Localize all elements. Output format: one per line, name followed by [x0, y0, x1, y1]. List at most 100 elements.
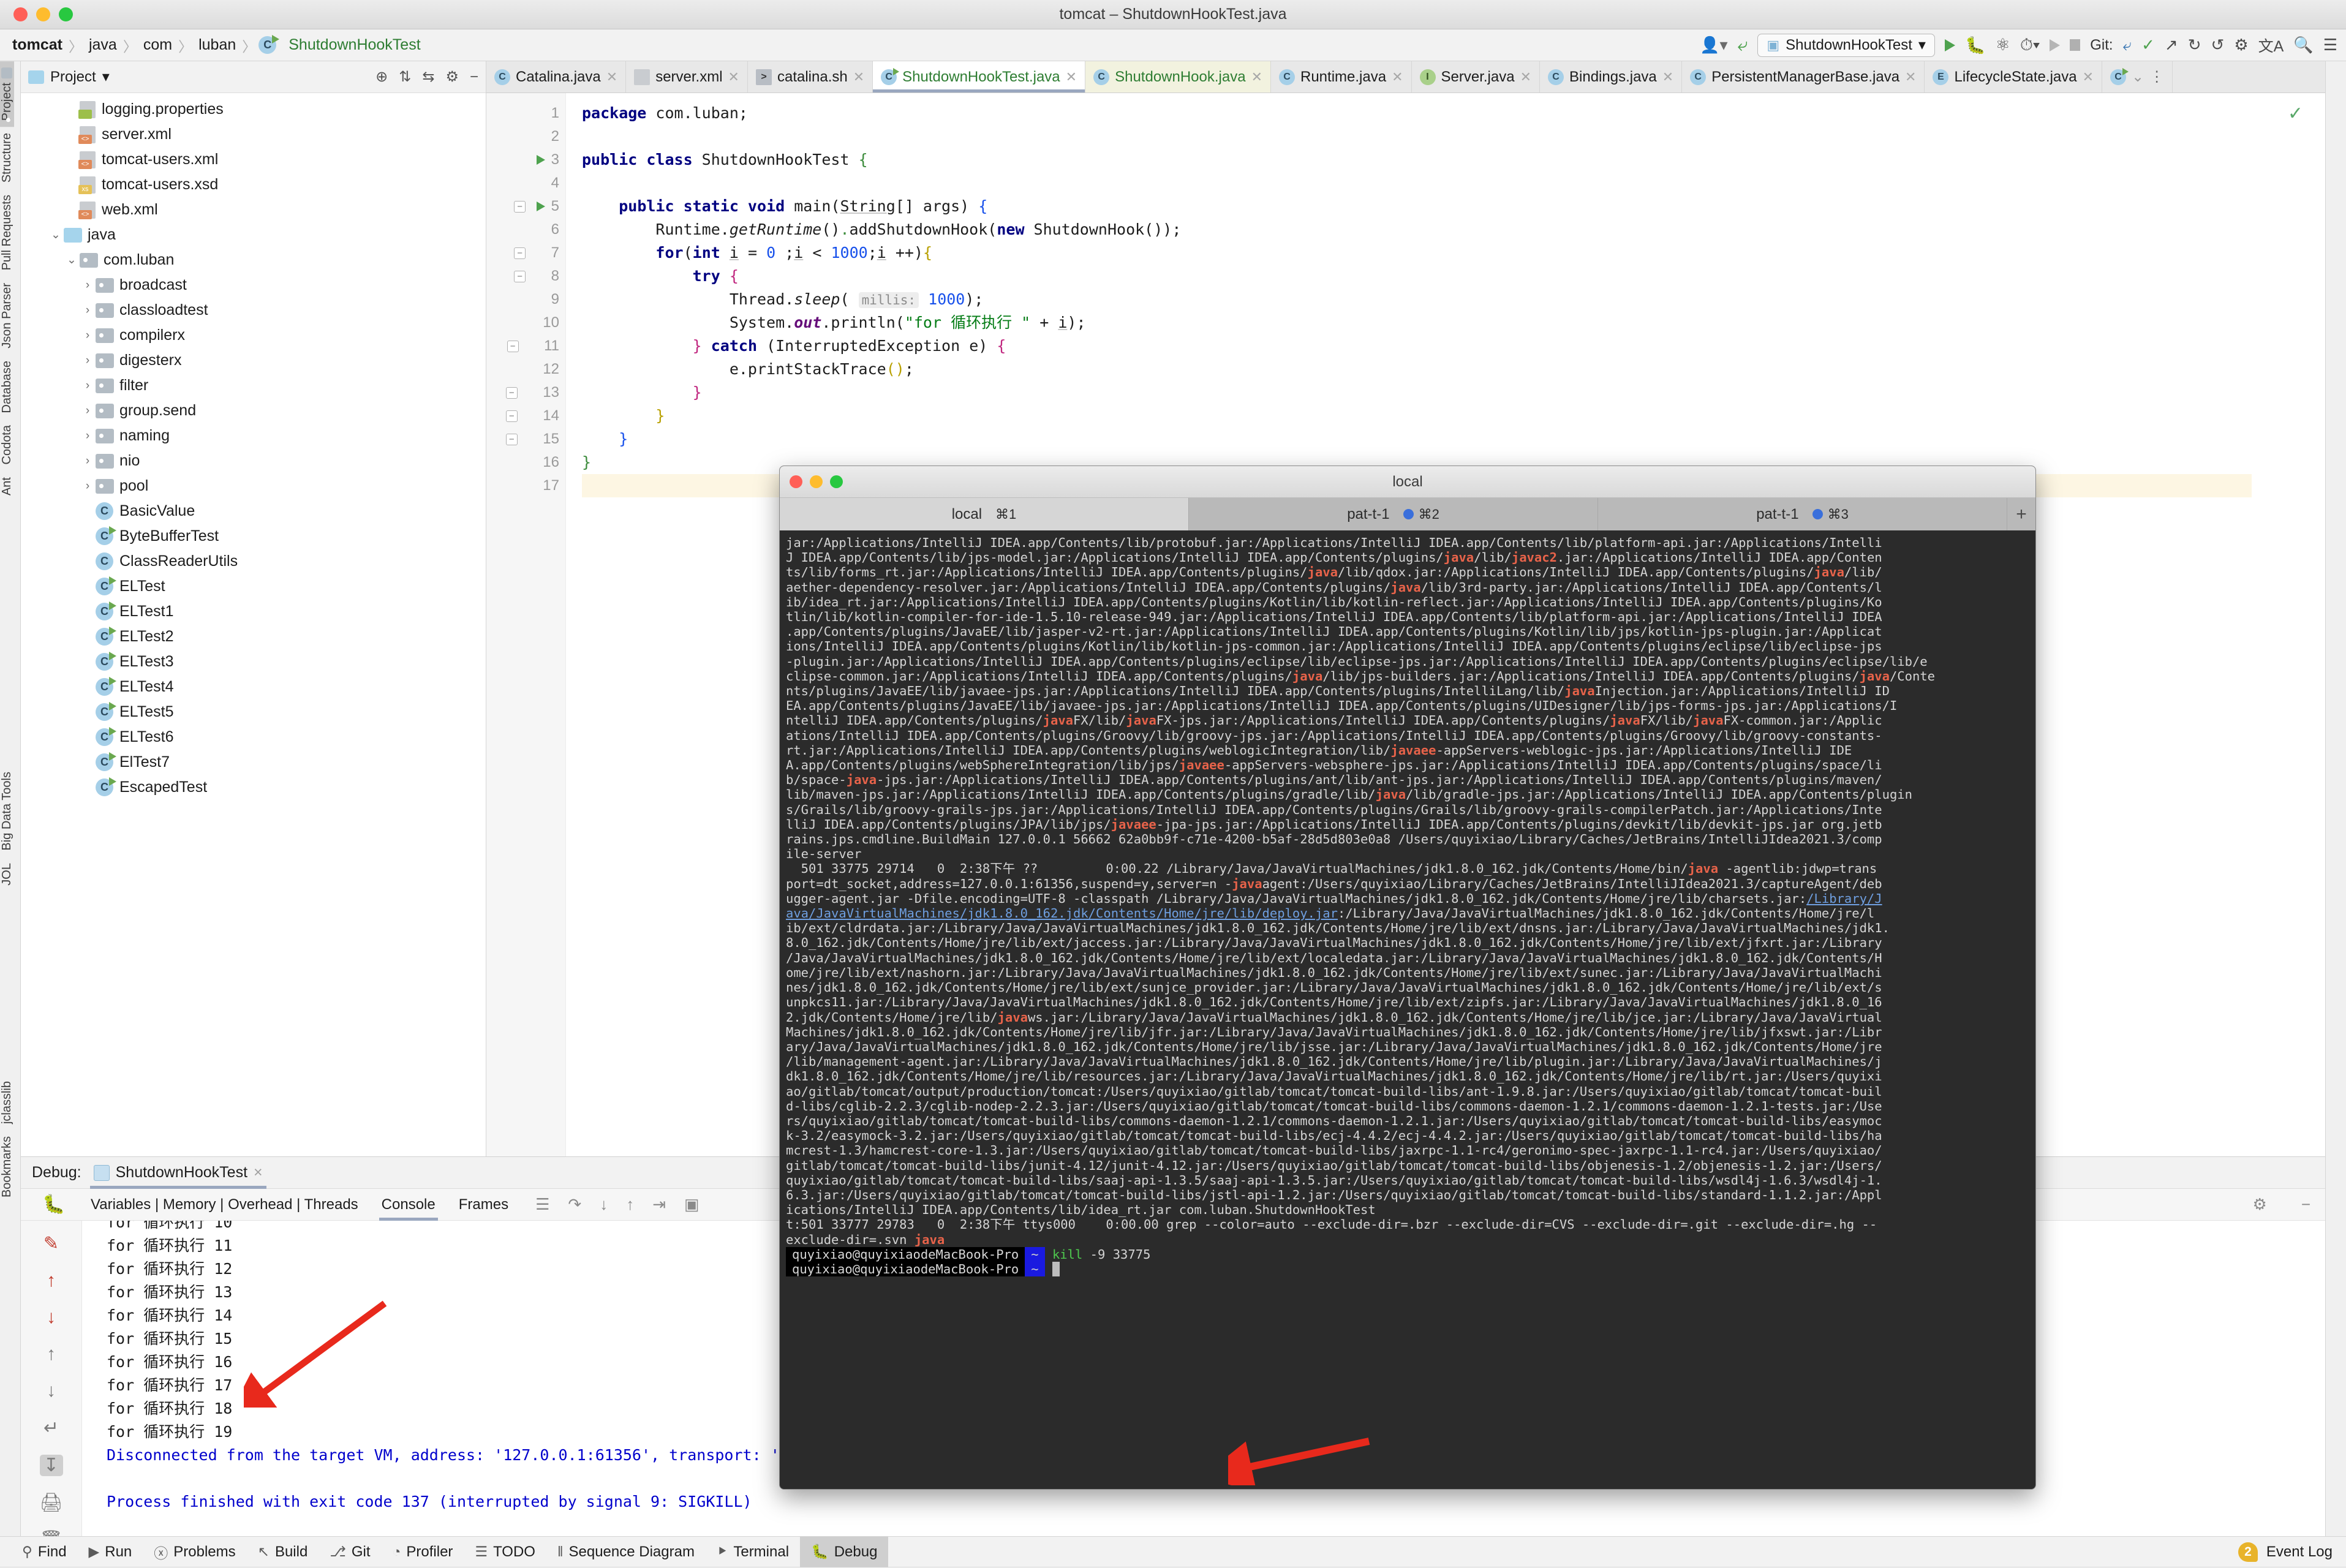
status-bar-button-todo[interactable]: ☰ TODO [464, 1537, 546, 1567]
editor-tab-bar[interactable]: C Catalina.java ✕ server.xml ✕ > catalina.sh ✕ C… [486, 61, 2325, 93]
terminal-tab[interactable]: pat-t-1 ⌘2 [1189, 498, 1598, 530]
tree-item[interactable]: C ClassReaderUtils [21, 549, 486, 574]
fold-marker[interactable]: − [501, 386, 522, 399]
fold-marker[interactable]: − [501, 433, 522, 445]
gutter-line[interactable]: 16 [486, 451, 565, 474]
maximize-window-button[interactable] [830, 475, 843, 488]
run-button[interactable] [1944, 39, 1955, 51]
gutter-line[interactable]: 12 [486, 358, 565, 381]
git-update-icon[interactable]: ⤶ [2123, 36, 2132, 55]
close-icon[interactable]: ✕ [728, 69, 739, 85]
tree-item[interactable]: › compilerx [21, 323, 486, 348]
close-icon[interactable]: × [254, 1164, 263, 1182]
tree-item[interactable]: <> web.xml [21, 197, 486, 222]
terminal-prompt-line[interactable]: quyixiao@quyixiaodeMacBook-Pro ~ kill -9 … [786, 1246, 2029, 1262]
status-bar-button-problems[interactable]: ⓧ Problems [143, 1537, 246, 1567]
debug-session-tab[interactable]: ShutdownHookTest × [89, 1157, 266, 1189]
gutter-line[interactable]: − 15 [486, 428, 565, 451]
expand-arrow-icon[interactable]: › [80, 354, 96, 368]
editor-tab-overflow[interactable]: C ⌄ ⋮ [2102, 61, 2173, 92]
prev-occurrence-icon[interactable]: ↑ [40, 1344, 63, 1365]
run-with-coverage-button[interactable]: ⚛ [1996, 36, 2010, 55]
editor-tab[interactable]: C Bindings.java ✕ [1540, 61, 1683, 92]
tree-item[interactable]: › pool [21, 473, 486, 499]
chevron-down-icon[interactable]: ▾ [1918, 36, 1926, 54]
more-icon[interactable]: ☰ [2323, 36, 2337, 55]
code-line[interactable] [582, 172, 2252, 195]
tool-window-ant[interactable]: Ant [0, 471, 14, 502]
status-bar-button-debug[interactable]: 🐛 Debug [800, 1536, 889, 1567]
tree-item[interactable]: C BasicValue [21, 499, 486, 524]
expand-arrow-icon[interactable]: › [80, 379, 96, 393]
hide-icon[interactable]: − [2301, 1195, 2325, 1214]
git-history-icon[interactable]: ↻ [2188, 36, 2201, 55]
close-icon[interactable]: ✕ [606, 69, 617, 85]
status-bar-button-build[interactable]: ↖ Build [247, 1537, 319, 1567]
fold-icon[interactable]: − [505, 410, 518, 422]
tool-window-structure[interactable]: Structure [0, 127, 14, 189]
tool-window-jol[interactable]: JOL [0, 857, 14, 892]
scroll-to-end-icon[interactable]: ↧ [39, 1455, 63, 1476]
gutter-line[interactable]: 1 [486, 102, 565, 125]
rerun-button[interactable] [2050, 39, 2061, 51]
expand-arrow-icon[interactable]: › [80, 304, 96, 317]
gutter-line[interactable]: −5 [486, 195, 565, 218]
breadcrumb-leaf[interactable]: ShutdownHookTest [285, 35, 424, 55]
tree-item[interactable]: C ByteBufferTest [21, 524, 486, 549]
code-line[interactable] [582, 125, 2252, 148]
tool-window-json-parser[interactable]: Json Parser [0, 277, 14, 355]
tree-item[interactable]: › broadcast [21, 273, 486, 298]
tree-item[interactable]: <> tomcat-users.xml [21, 147, 486, 172]
tree-item[interactable]: C ELTest2 [21, 624, 486, 649]
code-line[interactable]: public static void main(String[] args) { [582, 195, 2252, 218]
expand-arrow-icon[interactable]: ⌄ [64, 253, 80, 267]
run-configuration-selector[interactable]: ▣ ShutdownHookTest ▾ [1757, 33, 1935, 57]
run-gutter-icon[interactable] [530, 155, 551, 165]
debug-tabs-group[interactable]: Variables | Memory | Overhead | Threads [88, 1189, 361, 1221]
fold-marker[interactable]: − [502, 340, 523, 352]
run-gutter-icon[interactable] [530, 202, 551, 211]
fold-marker[interactable]: − [501, 410, 522, 422]
expand-arrow-icon[interactable]: ⌄ [48, 228, 64, 242]
tool-window-database[interactable]: Database [0, 355, 14, 420]
status-bar-button-find[interactable]: ⚲ Find [11, 1537, 78, 1567]
fold-icon[interactable]: − [505, 433, 518, 445]
tree-item[interactable]: › classloadtest [21, 298, 486, 323]
event-log-area[interactable]: 2 Event Log [2238, 1542, 2346, 1562]
gutter-line[interactable]: 2 [486, 125, 565, 148]
debug-button[interactable]: 🐛 [1965, 36, 1986, 55]
close-icon[interactable]: ✕ [1905, 69, 1916, 85]
minimize-window-button[interactable] [810, 475, 823, 488]
tool-window-pull-requests[interactable]: Pull Requests [0, 189, 14, 276]
editor-tab[interactable]: C PersistentManagerBase.java ✕ [1682, 61, 1925, 92]
gutter-line[interactable]: −7 [486, 241, 565, 265]
tree-item[interactable]: › filter [21, 373, 486, 398]
minimize-window-button[interactable] [36, 7, 50, 21]
breadcrumb-item-0[interactable]: tomcat [9, 35, 66, 55]
editor-tab[interactable]: I Server.java ✕ [1412, 61, 1540, 92]
more-icon[interactable]: ⋮ [2149, 68, 2164, 86]
gear-icon[interactable]: ⚙ [445, 68, 459, 86]
tab-frames[interactable]: Frames [456, 1189, 511, 1221]
code-line[interactable]: public class ShutdownHookTest { [582, 148, 2252, 172]
print-icon[interactable]: 🖨 [39, 1492, 62, 1513]
close-window-button[interactable] [13, 7, 28, 21]
code-line[interactable]: try { [582, 265, 2252, 288]
mute-breakpoints-icon[interactable]: ✎ [40, 1233, 63, 1254]
code-line[interactable]: package com.luban; [582, 102, 2252, 125]
status-bar-button-terminal[interactable]: ⯈ Terminal [706, 1537, 800, 1567]
maximize-window-button[interactable] [59, 7, 73, 21]
run-line-icon[interactable] [536, 155, 545, 165]
tree-item[interactable]: C ELTest3 [21, 649, 486, 674]
tree-item[interactable]: C ELTest5 [21, 699, 486, 725]
tree-item[interactable]: C ELTest [21, 574, 486, 599]
tool-window-project[interactable]: Project [0, 61, 14, 127]
code-line[interactable]: } [582, 428, 2252, 451]
tree-item[interactable]: C ELTest1 [21, 599, 486, 624]
breadcrumb-item-1[interactable]: java [85, 35, 121, 55]
terminal-prompt-line[interactable]: quyixiao@quyixiaodeMacBook-Pro ~ [786, 1261, 2029, 1276]
evaluate-icon[interactable]: ▣ [684, 1195, 700, 1214]
update-project-icon[interactable]: ⤶ [1738, 35, 1748, 56]
run-to-cursor-icon[interactable]: ⇥ [652, 1195, 666, 1214]
editor-tab[interactable]: C Catalina.java ✕ [486, 61, 627, 92]
